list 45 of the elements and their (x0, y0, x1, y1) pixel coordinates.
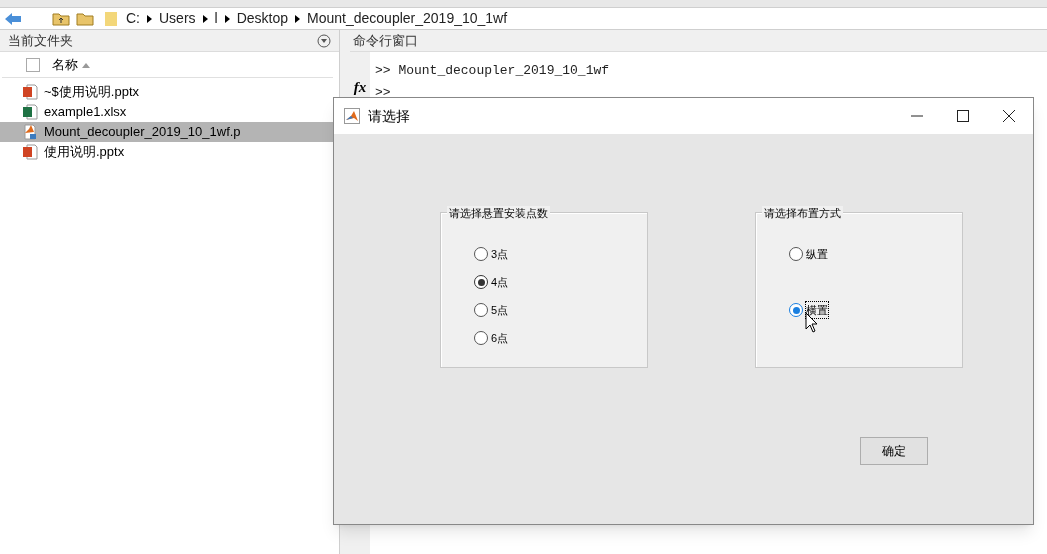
back-icon[interactable] (4, 11, 22, 26)
breadcrumb-arrow-icon[interactable] (147, 14, 152, 23)
radio-button[interactable] (474, 303, 488, 317)
matlab-icon (344, 108, 360, 124)
panel-menu-icon[interactable] (317, 33, 331, 48)
checkbox[interactable] (26, 57, 40, 72)
panel-title: 命令行窗口 (353, 31, 418, 50)
panel-title: 当前文件夹 (8, 31, 73, 50)
excel-file-icon (22, 104, 38, 120)
folder-up-icon[interactable] (52, 11, 70, 26)
file-row[interactable]: ~$使用说明.pptx (0, 82, 333, 102)
radio-label: 5点 (491, 302, 509, 318)
breadcrumb[interactable]: Users (159, 8, 196, 29)
radio-label: 4点 (491, 274, 509, 290)
group-title: 请选择悬置安装点数 (447, 206, 550, 220)
breadcrumb[interactable]: Mount_decoupler_2019_10_1wf (307, 8, 508, 29)
file-row[interactable]: 使用说明.pptx (0, 142, 333, 162)
column-header[interactable]: 名称 (52, 54, 78, 75)
group-title: 请选择布置方式 (762, 206, 843, 220)
radio-label: 6点 (491, 330, 509, 346)
function-button[interactable]: fx (353, 80, 367, 94)
ok-button[interactable]: 确定 (860, 437, 928, 465)
close-icon[interactable] (1003, 110, 1015, 122)
command-line: >> Mount_decoupler_2019_10_1wf (375, 62, 610, 80)
radio-label: 3点 (491, 246, 509, 262)
powerpoint-file-icon (22, 84, 38, 100)
radio-button[interactable] (789, 247, 803, 261)
breadcrumb[interactable]: C: (126, 8, 140, 29)
breadcrumb[interactable]: Desktop (236, 8, 289, 29)
radio-button[interactable] (474, 247, 488, 261)
breadcrumb-arrow-icon[interactable] (295, 14, 301, 23)
dialog-title: 请选择 (368, 106, 410, 126)
file-row[interactable]: example1.xlsx (0, 102, 333, 122)
radio-button[interactable] (474, 331, 488, 345)
powerpoint-file-icon (22, 144, 38, 160)
matlab-file-icon (22, 124, 38, 140)
file-row[interactable]: Mount_decoupler_2019_10_1wf.p (0, 122, 333, 142)
radio-label: 纵置 (806, 246, 828, 262)
radio-button[interactable] (789, 303, 803, 317)
maximize-icon[interactable] (957, 110, 969, 122)
radio-label: 横置 (806, 301, 828, 319)
breadcrumb-arrow-icon[interactable] (202, 14, 208, 23)
radio-button[interactable] (474, 275, 488, 289)
breadcrumb-arrow-icon[interactable] (224, 14, 230, 23)
breadcrumb[interactable]: l (214, 8, 218, 29)
